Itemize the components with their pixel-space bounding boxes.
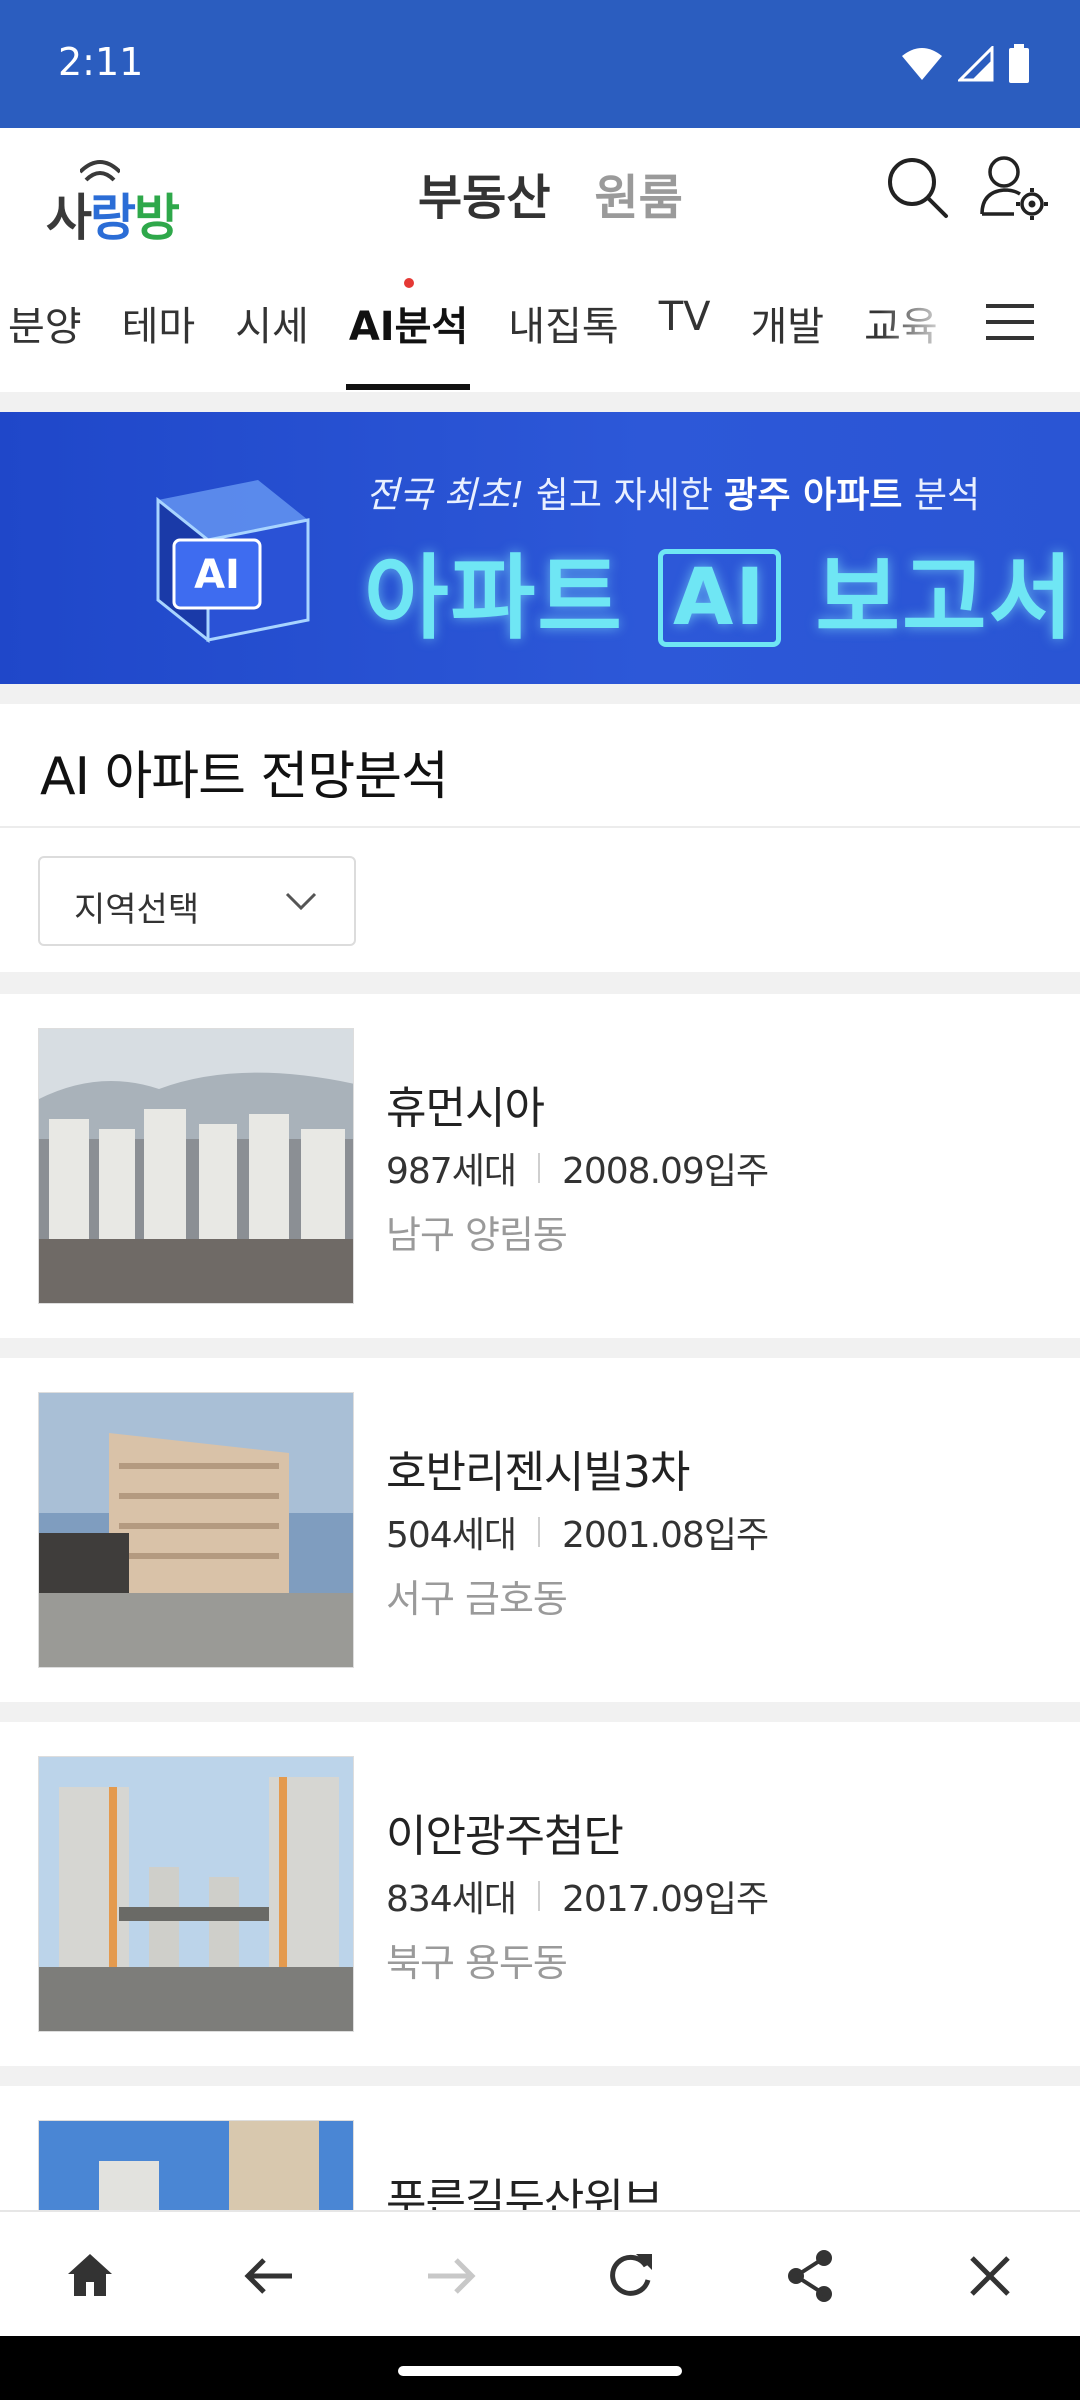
wifi-icon — [902, 48, 942, 80]
apartment-movein: 2008.09입주 — [561, 1151, 769, 1192]
category-list: 분양 테마 시세 AI분석 내집톡 TV 개발 교육 — [0, 278, 958, 352]
apartment-name: 호반리젠시빌3차 — [386, 1447, 690, 1498]
tab-real-estate[interactable]: 부동산 — [418, 158, 550, 228]
hamburger-menu-icon[interactable] — [980, 296, 1040, 356]
apartment-movein: 2017.09입주 — [561, 1879, 769, 1920]
banner-subtitle: 전국 최초! 쉽고 자세한 광주 아파트 분석 — [366, 466, 980, 518]
divider — [0, 826, 1080, 828]
list-item[interactable]: 호반리젠시빌3차 504세대 2001.08입주 서구 금호동 — [0, 1358, 1080, 1702]
header-tabs: 부동산 원룸 — [418, 158, 683, 228]
gap — [0, 684, 1080, 704]
apartment-name: 이안광주첨단 — [386, 1811, 624, 1862]
forward-arrow-icon[interactable] — [420, 2246, 480, 2306]
logo-part3: 방 — [134, 189, 180, 247]
meta-separator — [537, 1517, 540, 1547]
region-select-label: 지역선택 — [74, 890, 200, 930]
category-item-dev[interactable]: 개발 — [730, 294, 844, 352]
gap — [0, 972, 1080, 994]
category-item-bunyang[interactable]: 분양 — [0, 294, 102, 352]
category-item-price[interactable]: 시세 — [215, 294, 329, 352]
category-item-ai[interactable]: AI분석 — [329, 278, 488, 352]
apartment-name: 휴먼시아 — [386, 1083, 545, 1134]
apartment-area: 서구 금호동 — [386, 1577, 568, 1621]
category-item-theme[interactable]: 테마 — [102, 294, 216, 352]
region-select-dropdown[interactable]: 지역선택 — [38, 856, 356, 946]
category-item-ai-label: AI분석 — [348, 304, 469, 350]
apartment-name: 푸른길두산위브 — [386, 2175, 663, 2210]
list-item[interactable]: 휴먼시아 987세대 2008.09입주 남구 양림동 — [0, 994, 1080, 1338]
category-fade — [880, 260, 970, 392]
search-icon[interactable] — [884, 154, 950, 220]
apartment-meta: 834세대 2017.09입주 — [386, 1870, 769, 1922]
logo-part2: 랑 — [90, 189, 136, 247]
signal-icon — [958, 46, 994, 82]
share-icon[interactable] — [780, 2246, 840, 2306]
gap — [0, 1702, 1080, 1722]
category-nav: 분양 테마 시세 AI분석 내집톡 TV 개발 교육 — [0, 260, 1080, 392]
gap — [0, 2066, 1080, 2086]
list-item[interactable]: 이안광주첨단 834세대 2017.09입주 북구 용두동 — [0, 1722, 1080, 2066]
banner-mid: 쉽고 자세한 — [524, 475, 725, 516]
ai-cube-icon: AI — [156, 480, 310, 644]
apartment-households: 987세대 — [386, 1151, 517, 1192]
meta-separator — [537, 1153, 540, 1183]
status-time: 2:11 — [58, 40, 144, 84]
system-nav-bar — [0, 2336, 1080, 2400]
home-gesture-handle[interactable] — [398, 2366, 682, 2376]
banner-title-left: 아파트 — [364, 545, 624, 652]
gap — [0, 392, 1080, 412]
banner-suffix: 분석 — [902, 475, 981, 516]
banner-ai-badge: AI — [657, 549, 782, 647]
close-icon[interactable] — [960, 2246, 1020, 2306]
apartment-area: 남구 양림동 — [386, 1213, 568, 1257]
apartment-photo — [38, 2120, 354, 2210]
list-item[interactable]: 푸른길두산위브 — [0, 2086, 1080, 2210]
apartment-photo — [38, 1756, 354, 2032]
ai-report-banner[interactable]: AI 전국 최초! 쉽고 자세한 광주 아파트 분석 아파트 AI 보고서 — [0, 412, 1080, 684]
category-item-talk[interactable]: 내집톡 — [488, 294, 638, 352]
status-icons — [900, 44, 1030, 84]
apartment-meta: 504세대 2001.08입주 — [386, 1506, 769, 1558]
new-dot-indicator — [403, 278, 414, 288]
banner-prefix: 전국 최초! — [366, 475, 525, 516]
home-icon[interactable] — [60, 2246, 120, 2306]
logo-part1: 사 — [46, 189, 92, 247]
apartment-area: 북구 용두동 — [386, 1941, 568, 1985]
apartment-meta: 987세대 2008.09입주 — [386, 1142, 769, 1194]
apartment-photo — [38, 1028, 354, 1304]
section-title: AI 아파트 전망분석 — [40, 747, 449, 807]
active-tab-underline — [346, 384, 470, 390]
banner-highlight: 광주 아파트 — [724, 475, 903, 516]
tab-oneroom[interactable]: 원룸 — [594, 158, 682, 228]
apartment-households: 834세대 — [386, 1879, 517, 1920]
status-bar: 2:11 — [0, 0, 1080, 128]
meta-separator — [537, 1881, 540, 1911]
cube-label: AI — [194, 552, 240, 598]
browser-toolbar — [0, 2210, 1080, 2336]
back-arrow-icon[interactable] — [240, 2246, 300, 2306]
gap — [0, 1338, 1080, 1358]
refresh-icon[interactable] — [600, 2246, 660, 2306]
app-header: 사랑방 부동산 원룸 — [0, 128, 1080, 260]
chevron-down-icon — [285, 892, 317, 911]
battery-icon — [1009, 44, 1029, 83]
banner-title-right: 보고서 — [815, 545, 1076, 652]
apartment-photo — [38, 1392, 354, 1668]
category-item-tv[interactable]: TV — [639, 294, 731, 352]
apartment-movein: 2001.08입주 — [561, 1515, 769, 1556]
logo-text: 사랑방 — [46, 178, 180, 250]
user-settings-icon[interactable] — [978, 152, 1050, 224]
banner-title: 아파트 AI 보고서 — [364, 524, 1075, 657]
apartment-households: 504세대 — [386, 1515, 517, 1556]
sarangbang-logo[interactable]: 사랑방 — [46, 150, 196, 247]
